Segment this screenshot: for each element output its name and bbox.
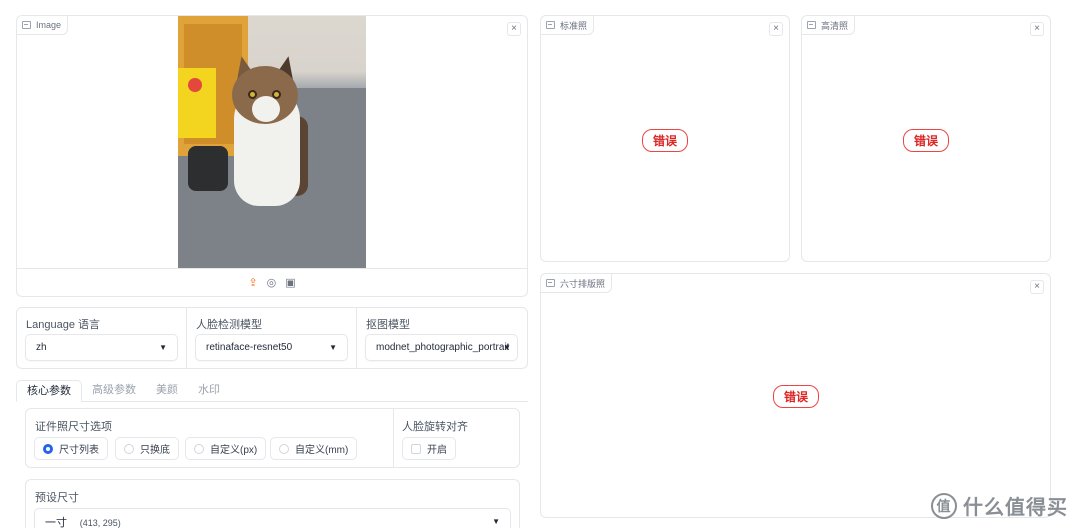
chevron-down-icon: ▼ [329, 343, 337, 352]
close-standard-photo-button[interactable]: × [769, 22, 783, 36]
parameter-tabs: 核心参数 高级参数 美颜 水印 [16, 380, 528, 402]
preset-size-label: 预设尺寸 [35, 492, 79, 504]
radio-unselected-icon [279, 443, 289, 454]
site-watermark: 值 什么值得买 [931, 491, 1068, 520]
checkbox-icon [411, 443, 421, 454]
matting-model-select[interactable]: modnet_photographic_portrait ▼ [365, 334, 518, 361]
face-model-label: 人脸检测模型 [196, 319, 262, 331]
standard-photo-error-badge: 错误 [642, 129, 689, 152]
webcam-icon[interactable]: ◎ [267, 276, 277, 289]
radio-unselected-icon [194, 443, 204, 454]
hd-photo-label: 高清照 [802, 16, 856, 35]
close-hd-photo-button[interactable]: × [1030, 22, 1044, 36]
standard-photo-label: 标准照 [541, 16, 595, 35]
tab-watermark[interactable]: 水印 [188, 380, 230, 402]
layout-photo-label: 六寸排版照 [541, 274, 613, 293]
size-options-label: 证件照尺寸选项 [35, 421, 112, 433]
divider [393, 409, 394, 467]
watermark-logo: 值 [931, 492, 957, 519]
preset-size-name: 一寸 [45, 516, 67, 528]
face-align-label: 人脸旋转对齐 [402, 421, 468, 433]
layout-photo-panel: 六寸排版照 × 错误 [540, 273, 1051, 518]
image-source-toolbar: ⇪ ◎ ▣ [17, 268, 527, 296]
matting-model-value: modnet_photographic_portrait [376, 342, 510, 353]
clipboard-icon[interactable]: ▣ [285, 276, 295, 289]
language-cell: Language 语言 zh ▼ [17, 308, 187, 368]
radio-size-list[interactable]: 尺寸列表 [34, 437, 108, 460]
language-label: Language 语言 [26, 319, 100, 331]
tab-beauty[interactable]: 美颜 [146, 380, 188, 402]
radio-custom-px[interactable]: 自定义(px) [185, 437, 267, 460]
upload-icon[interactable]: ⇪ [248, 276, 257, 289]
tab-core-params[interactable]: 核心参数 [16, 380, 82, 402]
close-layout-photo-button[interactable]: × [1030, 280, 1044, 294]
tab-advanced-params[interactable]: 高级参数 [82, 380, 146, 402]
image-icon [22, 21, 31, 29]
preset-size-dims: (413, 295) [79, 517, 121, 528]
hd-photo-error-badge: 错误 [903, 129, 950, 152]
input-image-label: Image [17, 16, 69, 35]
uploaded-cat-photo [178, 16, 366, 268]
chevron-down-icon: ▼ [159, 343, 167, 352]
image-icon [807, 21, 816, 29]
matting-model-label: 抠图模型 [366, 319, 410, 331]
watermark-text: 什么值得买 [963, 497, 1068, 519]
face-align-checkbox[interactable]: 开启 [402, 437, 456, 460]
preset-size-select[interactable]: 一寸 (413, 295) ▼ [34, 508, 511, 528]
radio-selected-icon [43, 443, 53, 454]
face-model-value: retinaface-resnet50 [206, 342, 293, 353]
face-model-cell: 人脸检测模型 retinaface-resnet50 ▼ [187, 308, 357, 368]
chevron-down-icon: ▼ [503, 343, 511, 352]
language-value: zh [36, 342, 47, 353]
image-icon [546, 21, 555, 29]
radio-custom-mm[interactable]: 自定义(mm) [270, 437, 358, 460]
radio-unselected-icon [124, 443, 134, 454]
radio-bg-only[interactable]: 只换底 [115, 437, 179, 460]
preset-size-group: 预设尺寸 一寸 (413, 295) ▼ [25, 479, 520, 528]
standard-photo-panel: 标准照 × 错误 [540, 15, 790, 262]
hd-photo-panel: 高清照 × 错误 [801, 15, 1051, 262]
face-model-select[interactable]: retinaface-resnet50 ▼ [195, 334, 348, 361]
input-image-panel: Image × ⇪ ◎ ▣ [16, 15, 528, 297]
chevron-down-icon: ▼ [492, 517, 500, 526]
image-icon [546, 279, 555, 287]
language-select[interactable]: zh ▼ [25, 334, 178, 361]
clear-image-button[interactable]: × [507, 22, 521, 36]
model-settings-row: Language 语言 zh ▼ 人脸检测模型 retinaface-resne… [16, 307, 528, 369]
matting-model-cell: 抠图模型 modnet_photographic_portrait ▼ [357, 308, 527, 368]
layout-photo-error-badge: 错误 [773, 385, 820, 408]
size-options-group: 证件照尺寸选项 尺寸列表 只换底 自定义(px) 自定义(mm) 人脸旋转对齐 … [25, 408, 520, 468]
